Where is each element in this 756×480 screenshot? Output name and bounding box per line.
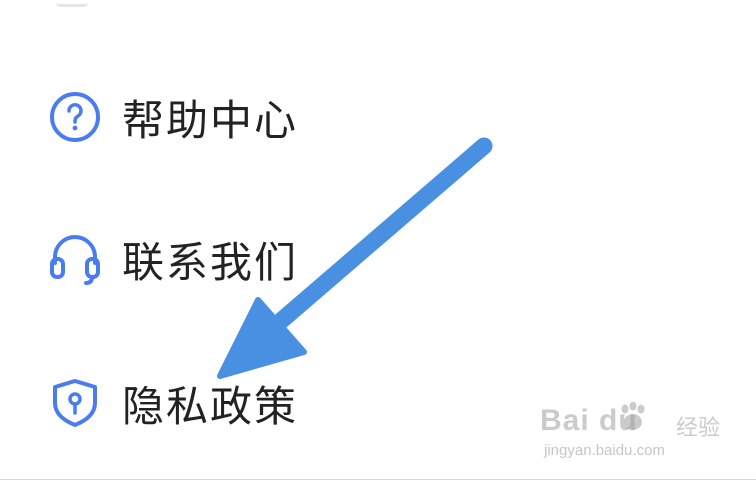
watermark-brand-cn: 经验 [675,416,720,441]
partial-divider-top [56,0,88,7]
help-circle-icon [40,82,110,152]
menu-item-privacy-policy[interactable]: 隐私政策 [40,368,400,438]
watermark-domain: jingyan.baidu.com [544,442,665,459]
menu-item-contact-us[interactable]: 联系我们 [40,224,400,294]
menu-item-label: 隐私政策 [122,381,299,431]
headset-icon [40,224,110,294]
menu-item-label: 帮助中心 [122,95,299,145]
menu-item-label: 联系我们 [122,237,299,287]
baidu-jingyan-watermark: Bai du 经验 jingyan.baidu.com [540,402,720,464]
menu-item-help-center[interactable]: 帮助中心 [40,82,400,152]
shield-keyhole-icon [40,368,110,438]
paw-icon [621,402,645,430]
